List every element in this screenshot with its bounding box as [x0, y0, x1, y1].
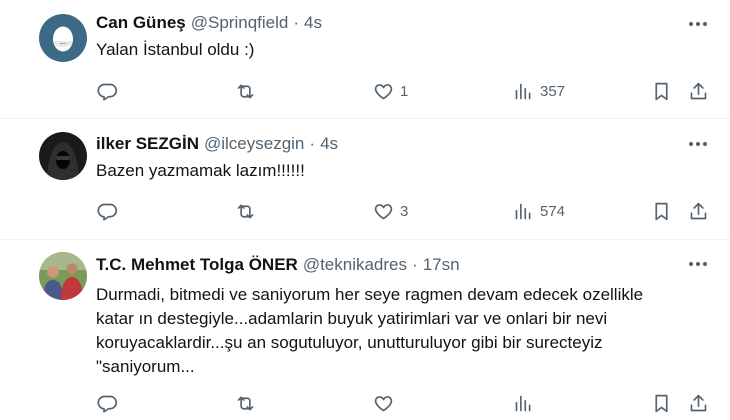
view-count: 574 [540, 202, 566, 220]
bookmark-icon [655, 202, 668, 220]
bookmark-icon [655, 82, 668, 100]
views-button[interactable] [513, 391, 540, 415]
tweet[interactable]: ~~ Can Güneş @Sprinqfield · 4s Yalan İst… [0, 0, 730, 119]
share-button[interactable] [688, 391, 709, 415]
view-count: 357 [540, 82, 566, 100]
more-options-icon[interactable] [688, 254, 708, 274]
reply-button[interactable] [97, 391, 124, 415]
views-chart-icon [515, 83, 531, 99]
like-button[interactable]: 1 [373, 79, 408, 103]
like-count: 1 [400, 82, 409, 100]
tweet-text: Durmadi, bitmedi ve saniyorum her seye r… [96, 283, 696, 379]
views-chart-icon [515, 203, 531, 219]
views-button[interactable]: 357 [513, 79, 565, 103]
share-button[interactable] [688, 199, 709, 223]
share-icon [690, 394, 707, 411]
reply-icon [97, 203, 118, 221]
avatar[interactable] [39, 132, 87, 180]
tweet-header: ilker SEZGİN @ilceysezgin · 4s [96, 132, 338, 156]
retweet-button[interactable] [235, 199, 262, 223]
retweet-icon [237, 204, 254, 218]
retweet-icon [237, 396, 254, 410]
retweet-button[interactable] [235, 391, 262, 415]
bookmark-button[interactable] [651, 391, 672, 415]
hooded-figure-icon [39, 132, 87, 180]
share-button[interactable] [688, 79, 709, 103]
avatar[interactable] [39, 252, 87, 300]
bookmark-button[interactable] [651, 199, 672, 223]
timestamp[interactable]: 17sn [423, 255, 460, 275]
tweet-text: Yalan İstanbul oldu :) [96, 38, 696, 62]
person-photo-icon [39, 252, 87, 300]
display-name[interactable]: Can Güneş [96, 13, 186, 33]
user-handle[interactable]: @Sprinqfield [191, 13, 289, 33]
like-count: 3 [400, 202, 409, 220]
heart-icon [374, 83, 393, 99]
bookmark-button[interactable] [651, 79, 672, 103]
tweet-text-line: katar ın destegiyle...adamlarin buyuk ya… [96, 309, 608, 328]
share-icon [690, 202, 707, 219]
tweet-text: Bazen yazmamak lazım!!!!!! [96, 159, 696, 183]
more-options-icon[interactable] [688, 14, 708, 34]
reply-button[interactable] [97, 199, 124, 223]
heart-icon [374, 203, 393, 219]
views-button[interactable]: 574 [513, 199, 565, 223]
tweet-text-line: koruyacaklardir...şu an sogutuluyor, unu… [96, 333, 603, 352]
tweet-text-line: Yalan İstanbul oldu :) [96, 40, 255, 59]
separator-dot: · [412, 255, 418, 274]
user-handle[interactable]: @teknikadres [303, 255, 407, 275]
more-options-icon[interactable] [688, 134, 708, 154]
retweet-button[interactable] [235, 79, 262, 103]
tweet-text-line: Bazen yazmamak lazım!!!!!! [96, 161, 305, 180]
tweet-header: Can Güneş @Sprinqfield · 4s [96, 11, 322, 35]
heart-icon [374, 395, 393, 411]
separator-dot: · [309, 134, 316, 153]
share-icon [690, 82, 707, 99]
like-button[interactable]: 3 [373, 199, 408, 223]
display-name[interactable]: ilker SEZGİN [96, 134, 199, 154]
svg-text:~~: ~~ [60, 41, 67, 46]
bookmark-icon [655, 394, 668, 412]
retweet-icon [237, 84, 254, 98]
tweet[interactable]: ilker SEZGİN @ilceysezgin · 4s Bazen yaz… [0, 119, 730, 240]
egg-avatar-icon: ~~ [39, 14, 87, 62]
avatar[interactable]: ~~ [39, 14, 87, 62]
views-chart-icon [515, 395, 531, 411]
like-button[interactable] [373, 391, 400, 415]
reply-button[interactable] [97, 79, 124, 103]
display-name[interactable]: T.C. Mehmet Tolga ÖNER [96, 255, 298, 275]
separator-dot: · [293, 13, 300, 32]
tweet-text-line: "saniyorum... [96, 357, 195, 376]
tweet-header: T.C. Mehmet Tolga ÖNER @teknikadres · 17… [96, 253, 460, 277]
user-handle[interactable]: @ilceysezgin [204, 134, 304, 154]
tweet-text-line: Durmadi, bitmedi ve saniyorum her seye r… [96, 285, 644, 304]
timestamp[interactable]: 4s [304, 13, 322, 33]
timestamp[interactable]: 4s [320, 134, 338, 154]
reply-icon [97, 395, 118, 413]
tweet[interactable]: T.C. Mehmet Tolga ÖNER @teknikadres · 17… [0, 240, 730, 420]
reply-icon [97, 83, 118, 101]
